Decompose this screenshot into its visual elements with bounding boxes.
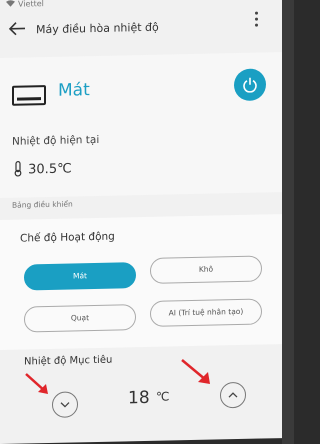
- current-temp-label: Nhiệt độ hiện tại: [12, 133, 100, 148]
- annotation-arrow-up: [181, 359, 210, 384]
- device-edge: [282, 0, 294, 444]
- current-mode-label: Mát: [58, 80, 90, 101]
- mode-dry-button[interactable]: Khô: [150, 255, 262, 284]
- mode-fan-button[interactable]: Quạt: [24, 304, 136, 333]
- back-arrow-icon[interactable]: [8, 19, 26, 39]
- air-conditioner-icon: [12, 85, 46, 106]
- more-vertical-icon[interactable]: [252, 9, 260, 33]
- control-panel-card: Chế độ Hoạt động Mát Khô Quạt AI (Trí tu…: [0, 214, 282, 350]
- device-status-card: Mát Nhiệt độ hiện tại 30.5℃: [0, 52, 282, 198]
- page-title: Máy điều hòa nhiệt độ: [36, 20, 159, 37]
- increase-temp-button[interactable]: [220, 381, 246, 409]
- mode-ai-button[interactable]: AI (Trí tuệ nhân tạo): [150, 298, 262, 327]
- current-temp-readout: 30.5℃: [12, 159, 72, 177]
- decrease-temp-button[interactable]: [52, 391, 78, 418]
- control-panel-label: Bảng điều khiển: [12, 199, 73, 210]
- chevron-up-icon: [228, 392, 238, 398]
- carrier-name: Viettel: [18, 0, 44, 9]
- chevron-down-icon: [60, 402, 70, 408]
- power-icon: [243, 77, 257, 93]
- target-temp-unit: ℃: [156, 389, 170, 404]
- target-temp-value: 18: [128, 387, 150, 409]
- mode-cool-button[interactable]: Mát: [24, 262, 136, 291]
- operation-mode-heading: Chế độ Hoạt động: [20, 230, 115, 245]
- target-temp-label: Nhiệt độ Mục tiêu: [24, 354, 113, 368]
- app-header: Máy điều hòa nhiệt độ: [0, 8, 282, 52]
- current-temp-value: 30.5℃: [28, 161, 72, 178]
- thermometer-icon: [14, 161, 22, 177]
- wifi-icon: [6, 0, 15, 9]
- power-button[interactable]: [234, 68, 266, 102]
- annotation-arrow-down: [25, 373, 48, 394]
